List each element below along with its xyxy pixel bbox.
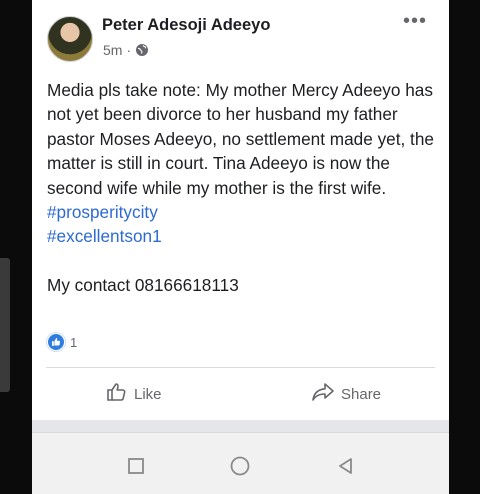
home-icon[interactable] [220,455,260,477]
post-meta: 5m · [103,42,149,58]
recent-apps-icon[interactable] [116,455,156,477]
author-name[interactable]: Peter Adesoji Adeeyo [102,16,270,35]
more-options-icon[interactable]: ••• [403,11,427,31]
thumbs-up-icon [106,382,128,406]
android-navigation-bar [32,432,449,494]
divider [46,367,435,368]
contact-line: My contact 08166618113 [47,274,239,295]
hashtag-link[interactable]: #excellentson1 [47,224,442,248]
globe-icon [135,43,149,57]
facebook-post-screen: Peter Adesoji Adeeyo 5m · ••• Media pls … [32,0,449,494]
like-label: Like [134,385,162,403]
side-edge-tab [0,258,10,392]
post-actions: Like Share [32,378,449,410]
share-label: Share [341,385,382,403]
post-body: Media pls take note: My mother Mercy Ade… [47,78,442,297]
reaction-count: 1 [70,334,78,350]
like-reaction-icon [47,333,65,351]
post-message: Media pls take note: My mother Mercy Ade… [47,80,434,198]
feed-separator [32,420,449,432]
back-icon[interactable] [326,455,366,477]
like-button[interactable]: Like [106,378,162,410]
reactions-summary[interactable]: 1 [47,333,77,351]
share-button[interactable]: Share [311,378,381,410]
post-header: Peter Adesoji Adeeyo 5m · ••• [32,0,449,66]
share-arrow-icon [311,382,335,406]
hashtag-link[interactable]: #prosperitycity [47,200,442,224]
post-time[interactable]: 5m [103,42,122,58]
meta-separator: · [126,42,132,58]
avatar[interactable] [47,16,93,62]
